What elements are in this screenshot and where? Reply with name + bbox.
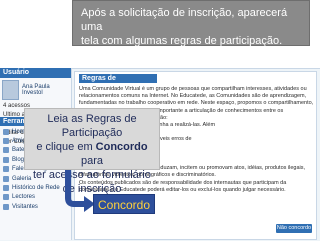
people-icon <box>3 138 9 145</box>
top-callout-line2: tela com algumas regras de participação. <box>81 35 283 47</box>
not-agree-button[interactable]: Não concordo <box>276 224 312 233</box>
callout-line1: Leia as Regras de Participação <box>47 113 137 139</box>
top-callout-line1: Após a solicitação de inscrição, aparece… <box>81 7 288 33</box>
rules-line: Uma Comunidade Virtual é um grupo de pes… <box>79 86 307 92</box>
history-icon <box>3 185 9 192</box>
tool-item-visitors[interactable]: Visitantes <box>0 202 70 211</box>
mail-icon <box>3 166 9 173</box>
sidebar-header: Usuário <box>0 68 71 78</box>
agree-button-label[interactable]: Concordo <box>93 194 155 214</box>
top-callout: Após a solicitação de inscrição, aparece… <box>72 0 310 47</box>
rules-line: fundamentadas no trabalho cooperativo em… <box>79 100 314 107</box>
blog-icon <box>3 156 9 163</box>
chat-icon <box>3 147 9 154</box>
instruction-callout: Leia as Regras de Participação e clique … <box>24 108 160 195</box>
home-icon <box>3 128 9 135</box>
callout-line3: ter acesso ao formulário <box>33 169 151 181</box>
user-name[interactable]: Ana Paula Investol <box>22 84 69 96</box>
callout-bold-concordo: Concordo <box>95 141 148 153</box>
image-icon <box>3 175 9 182</box>
callout-line2: e clique em Concordo para <box>36 141 148 167</box>
book-icon <box>3 194 9 201</box>
user-row: Ana Paula Investol <box>0 78 71 102</box>
rules-line: relacionamentos comuns na Internet. No E… <box>79 93 307 100</box>
tab-rules[interactable]: Regras de Participação <box>79 74 157 91</box>
avatar[interactable] <box>2 80 20 100</box>
user-icon <box>3 203 9 210</box>
